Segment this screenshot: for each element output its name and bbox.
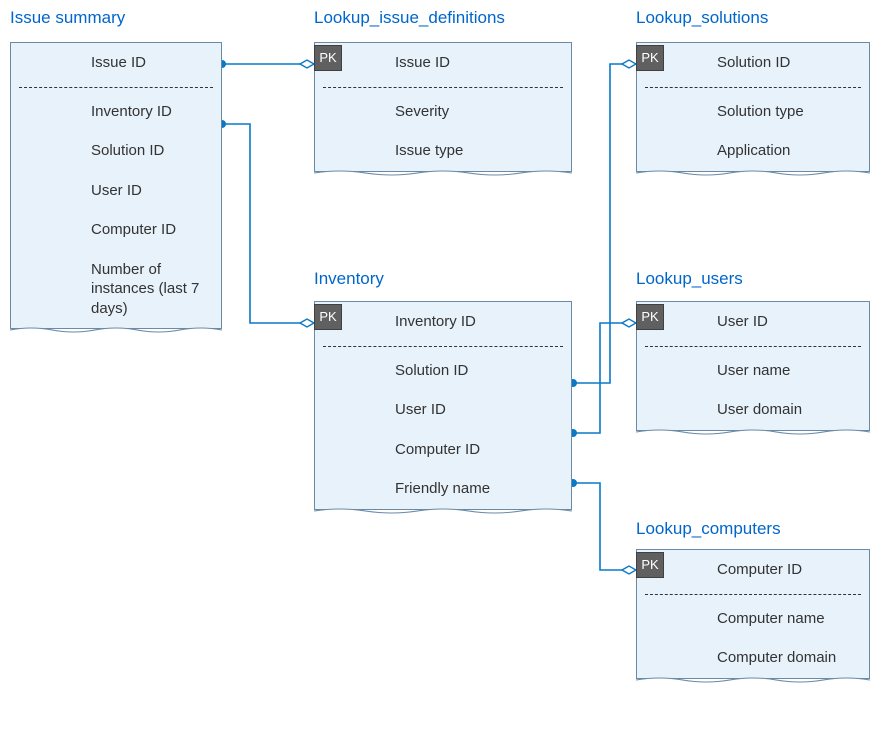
field-inventory-id: Inventory ID: [11, 92, 221, 132]
entity-issue-summary: Issue ID Inventory ID Solution ID User I…: [10, 42, 222, 329]
entity-title-lookup-solutions: Lookup_solutions: [636, 8, 768, 28]
pk-separator: [645, 346, 861, 347]
erd-canvas: { "issue_summary": { "title": "Issue sum…: [0, 0, 882, 740]
pk-badge: PK: [314, 45, 342, 71]
pk-badge: PK: [314, 304, 342, 330]
entity-lookup-solutions: PK Solution ID Solution type Application: [636, 42, 870, 172]
field-label: Solution ID: [717, 54, 790, 71]
field-issue-type: Issue type: [315, 131, 571, 171]
pk-separator: [19, 87, 213, 88]
entity-lookup-issue-definitions: PK Issue ID Severity Issue type: [314, 42, 572, 172]
pk-badge: PK: [636, 45, 664, 71]
field-computer-id: Computer ID: [11, 210, 221, 250]
field-computer-id: PK Computer ID: [637, 550, 869, 590]
field-label: Computer ID: [717, 561, 802, 578]
field-solution-id: PK Solution ID: [637, 43, 869, 83]
pk-separator: [323, 87, 563, 88]
field-solution-id: Solution ID: [315, 351, 571, 391]
field-computer-name: Computer name: [637, 599, 869, 639]
entity-lookup-computers: PK Computer ID Computer name Computer do…: [636, 549, 870, 679]
pk-badge: PK: [636, 552, 664, 578]
entity-title-lookup-users: Lookup_users: [636, 269, 743, 289]
field-solution-id: Solution ID: [11, 131, 221, 171]
field-user-id: User ID: [315, 390, 571, 430]
field-application: Application: [637, 131, 869, 171]
entity-title-lookup-computers: Lookup_computers: [636, 519, 781, 539]
field-label: Inventory ID: [395, 313, 476, 330]
entity-title-lookup-issue-definitions: Lookup_issue_definitions: [314, 8, 505, 28]
field-solution-type: Solution type: [637, 92, 869, 132]
field-computer-domain: Computer domain: [637, 638, 869, 678]
field-label: Issue ID: [395, 54, 450, 71]
pk-badge: PK: [636, 304, 664, 330]
field-user-name: User name: [637, 351, 869, 391]
field-computer-id: Computer ID: [315, 430, 571, 470]
field-user-id: PK User ID: [637, 302, 869, 342]
entity-title-inventory: Inventory: [314, 269, 384, 289]
field-instances-count: Number of instances (last 7 days): [11, 250, 221, 329]
field-label: User ID: [717, 313, 768, 330]
pk-separator: [645, 87, 861, 88]
field-user-id: User ID: [11, 171, 221, 211]
field-inventory-id: PK Inventory ID: [315, 302, 571, 342]
entity-title-issue-summary: Issue summary: [10, 8, 125, 28]
field-friendly-name: Friendly name: [315, 469, 571, 509]
field-issue-id: PK Issue ID: [315, 43, 571, 83]
entity-inventory: PK Inventory ID Solution ID User ID Comp…: [314, 301, 572, 510]
entity-lookup-users: PK User ID User name User domain: [636, 301, 870, 431]
field-issue-id: Issue ID: [11, 43, 221, 83]
field-severity: Severity: [315, 92, 571, 132]
pk-separator: [323, 346, 563, 347]
field-user-domain: User domain: [637, 390, 869, 430]
pk-separator: [645, 594, 861, 595]
